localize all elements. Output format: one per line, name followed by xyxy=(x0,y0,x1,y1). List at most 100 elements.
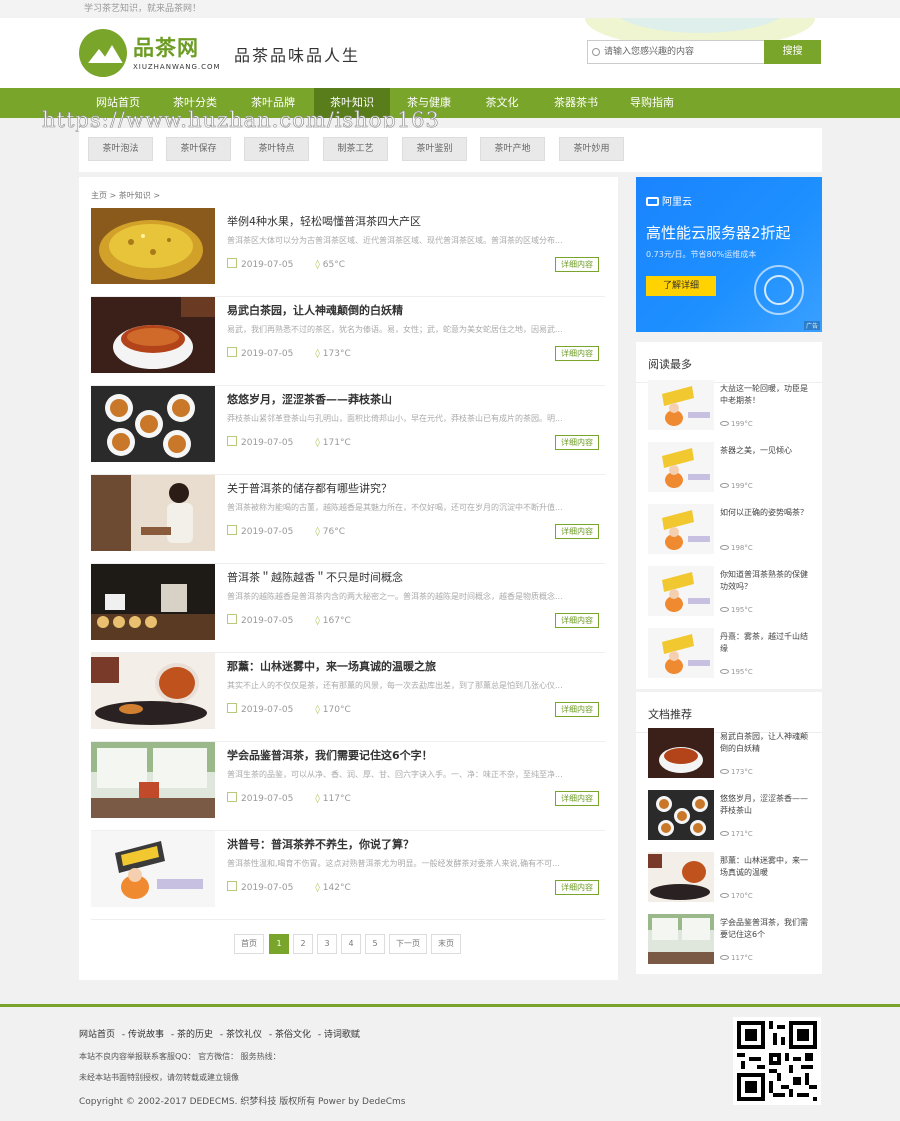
most-read-item[interactable]: 丹熹：雾茶，越过千山结缘 195°C xyxy=(648,628,812,684)
footer-links: 网站首页 - 传说故事 - 茶的历史 - 茶饮礼仪 - 茶俗文化 - 诗词歌赋 xyxy=(79,1027,364,1040)
most-read-item[interactable]: 你知道普洱茶熟茶的保健功效吗？ 195°C xyxy=(648,566,812,622)
calendar-icon xyxy=(227,614,237,624)
article-views: 170°C xyxy=(322,705,351,715)
recommend-title[interactable]: 那薰：山林迷雾中，来一场真诚的温暖 xyxy=(720,855,812,879)
most-read-title[interactable]: 你知道普洱茶熟茶的保健功效吗？ xyxy=(720,569,812,593)
nav-item-guide[interactable]: 导购指南 xyxy=(620,88,684,118)
page-number[interactable]: 4 xyxy=(341,934,361,954)
most-read-title[interactable]: 茶器之美，一见倾心 xyxy=(720,445,812,457)
flame-icon: ◊ xyxy=(315,260,320,270)
article-title[interactable]: 举例4种水果，轻松喝懂普洱茶四大产区 xyxy=(227,213,421,229)
footer-link[interactable]: - 茶饮礼仪 xyxy=(220,1030,262,1040)
recommend-thumbnail[interactable] xyxy=(648,790,714,840)
logo-mountain-icon[interactable] xyxy=(79,29,127,77)
most-read-title[interactable]: 大益这一轮回暖，功臣是中老期茶！ xyxy=(720,383,812,407)
footer-link[interactable]: - 茶的历史 xyxy=(171,1030,213,1040)
read-more-button[interactable]: 详细内容 xyxy=(555,702,599,717)
recommend-title[interactable]: 悠悠岁月，涩涩茶香——莽枝茶山 xyxy=(720,793,812,817)
article-thumbnail[interactable] xyxy=(91,742,215,818)
recommend-item[interactable]: 悠悠岁月，涩涩茶香——莽枝茶山 171°C xyxy=(648,790,812,846)
footer-link[interactable]: - 传说故事 xyxy=(122,1030,164,1040)
search-input[interactable]: 请输入您感兴趣的内容 xyxy=(587,40,765,64)
footer-link[interactable]: - 诗词歌赋 xyxy=(318,1030,360,1040)
recommend-title[interactable]: 易武白茶园，让人神魂颠倒的白妖精 xyxy=(720,731,812,755)
read-more-button[interactable]: 详细内容 xyxy=(555,880,599,895)
article-title[interactable]: 学会品鉴普洱茶，我们需要记住这6个字！ xyxy=(227,747,433,763)
cartoon-thumbnail[interactable] xyxy=(648,566,714,616)
recommend-thumbnail[interactable] xyxy=(648,728,714,778)
cartoon-thumbnail[interactable] xyxy=(648,504,714,554)
most-read-title[interactable]: 如何以正确的姿势喝茶？ xyxy=(720,507,812,519)
site-brand[interactable]: 品茶网 xyxy=(133,32,199,62)
eye-icon xyxy=(720,769,729,774)
article-thumbnail[interactable] xyxy=(91,653,215,729)
page-number[interactable]: 3 xyxy=(317,934,337,954)
most-read-views: 199°C xyxy=(720,482,753,490)
most-read-views: 199°C xyxy=(720,420,753,428)
article-thumbnail[interactable] xyxy=(91,475,215,551)
ad-cta-button[interactable]: 了解详细 xyxy=(646,276,716,296)
article-thumbnail[interactable] xyxy=(91,208,215,284)
read-more-button[interactable]: 详细内容 xyxy=(555,613,599,628)
recommend-thumbnail[interactable] xyxy=(648,852,714,902)
recommend-item[interactable]: 易武白茶园，让人神魂颠倒的白妖精 173°C xyxy=(648,728,812,784)
search-button[interactable]: 搜搜 xyxy=(764,40,821,64)
cartoon-thumbnail[interactable] xyxy=(648,628,714,678)
page-number-current[interactable]: 1 xyxy=(269,934,289,954)
aliyun-logo-icon xyxy=(646,197,659,206)
page-last[interactable]: 末页 xyxy=(431,934,461,954)
page-number[interactable]: 2 xyxy=(293,934,313,954)
eye-icon xyxy=(720,955,729,960)
footer-link[interactable]: 网站首页 xyxy=(79,1030,115,1040)
breadcrumb[interactable]: 主页 > 茶叶知识 > xyxy=(91,190,160,201)
subnav-tag[interactable]: 茶叶保存 xyxy=(166,137,231,161)
article-thumbnail[interactable] xyxy=(91,386,215,462)
article-item: 关于普洱茶的储存都有哪些讲究？ 普洱茶被称为能喝的古董，越陈越香是其魅力所在，不… xyxy=(91,475,605,564)
article-thumbnail[interactable] xyxy=(91,297,215,373)
calendar-icon xyxy=(227,436,237,446)
article-title[interactable]: 悠悠岁月，涩涩茶香——莽枝茶山 xyxy=(227,391,392,407)
nav-item-teaware[interactable]: 茶器茶书 xyxy=(540,88,612,118)
subnav-tag[interactable]: 茶叶产地 xyxy=(480,137,545,161)
most-read-item[interactable]: 茶器之美，一见倾心 199°C xyxy=(648,442,812,498)
article-title[interactable]: 易武白茶园，让人神魂颠倒的白妖精 xyxy=(227,302,403,318)
article-title[interactable]: 关于普洱茶的储存都有哪些讲究？ xyxy=(227,480,392,496)
subnav-tag[interactable]: 制茶工艺 xyxy=(323,137,388,161)
article-title[interactable]: 洪普号：普洱茶养不养生，你说了算？ xyxy=(227,836,414,852)
flame-icon: ◊ xyxy=(315,883,320,893)
article-views: 173°C xyxy=(322,349,351,359)
most-read-title[interactable]: 丹熹：雾茶，越过千山结缘 xyxy=(720,631,812,655)
subnav-tag[interactable]: 茶叶鉴别 xyxy=(402,137,467,161)
read-more-button[interactable]: 详细内容 xyxy=(555,524,599,539)
flame-icon: ◊ xyxy=(315,794,320,804)
recommend-thumbnail[interactable] xyxy=(648,914,714,964)
most-read-item[interactable]: 大益这一轮回暖，功臣是中老期茶！ 199°C xyxy=(648,380,812,436)
cloud-ad-banner[interactable]: 阿里云 高性能云服务器2折起 0.73元/日。节省80%运维成本 了解详细 广告 xyxy=(636,177,822,332)
subnav-tag[interactable]: 茶叶特点 xyxy=(244,137,309,161)
most-read-item[interactable]: 如何以正确的姿势喝茶？ 198°C xyxy=(648,504,812,560)
read-more-button[interactable]: 详细内容 xyxy=(555,435,599,450)
article-meta: 2019-07-05 ◊ 76°C xyxy=(227,525,345,537)
page-next[interactable]: 下一页 xyxy=(389,934,427,954)
topbar: 学习茶艺知识，就来品茶网！ xyxy=(0,0,900,18)
subnav-tag[interactable]: 茶叶泡法 xyxy=(88,137,153,161)
article-title[interactable]: 普洱茶＂越陈越香＂不只是时间概念 xyxy=(227,569,403,585)
calendar-icon xyxy=(227,881,237,891)
page-number[interactable]: 5 xyxy=(365,934,385,954)
subnav-tag[interactable]: 茶叶妙用 xyxy=(559,137,624,161)
page-first[interactable]: 首页 xyxy=(234,934,264,954)
recommend-title[interactable]: 学会品鉴普洱茶，我们需要记住这6个 xyxy=(720,917,812,941)
read-more-button[interactable]: 详细内容 xyxy=(555,791,599,806)
footer-link[interactable]: - 茶俗文化 xyxy=(269,1030,311,1040)
recommend-item[interactable]: 那薰：山林迷雾中，来一场真诚的温暖 170°C xyxy=(648,852,812,908)
ad-brand: 阿里云 xyxy=(646,193,692,208)
cartoon-thumbnail[interactable] xyxy=(648,442,714,492)
nav-item-culture[interactable]: 茶文化 xyxy=(472,88,532,118)
article-thumbnail[interactable] xyxy=(91,831,215,907)
read-more-button[interactable]: 详细内容 xyxy=(555,257,599,272)
article-title[interactable]: 那薰：山林迷雾中，来一场真诚的温暖之旅 xyxy=(227,658,436,674)
recommend-item[interactable]: 学会品鉴普洱茶，我们需要记住这6个 117°C xyxy=(648,914,812,970)
cartoon-thumbnail[interactable] xyxy=(648,380,714,430)
read-more-button[interactable]: 详细内容 xyxy=(555,346,599,361)
article-thumbnail[interactable] xyxy=(91,564,215,640)
